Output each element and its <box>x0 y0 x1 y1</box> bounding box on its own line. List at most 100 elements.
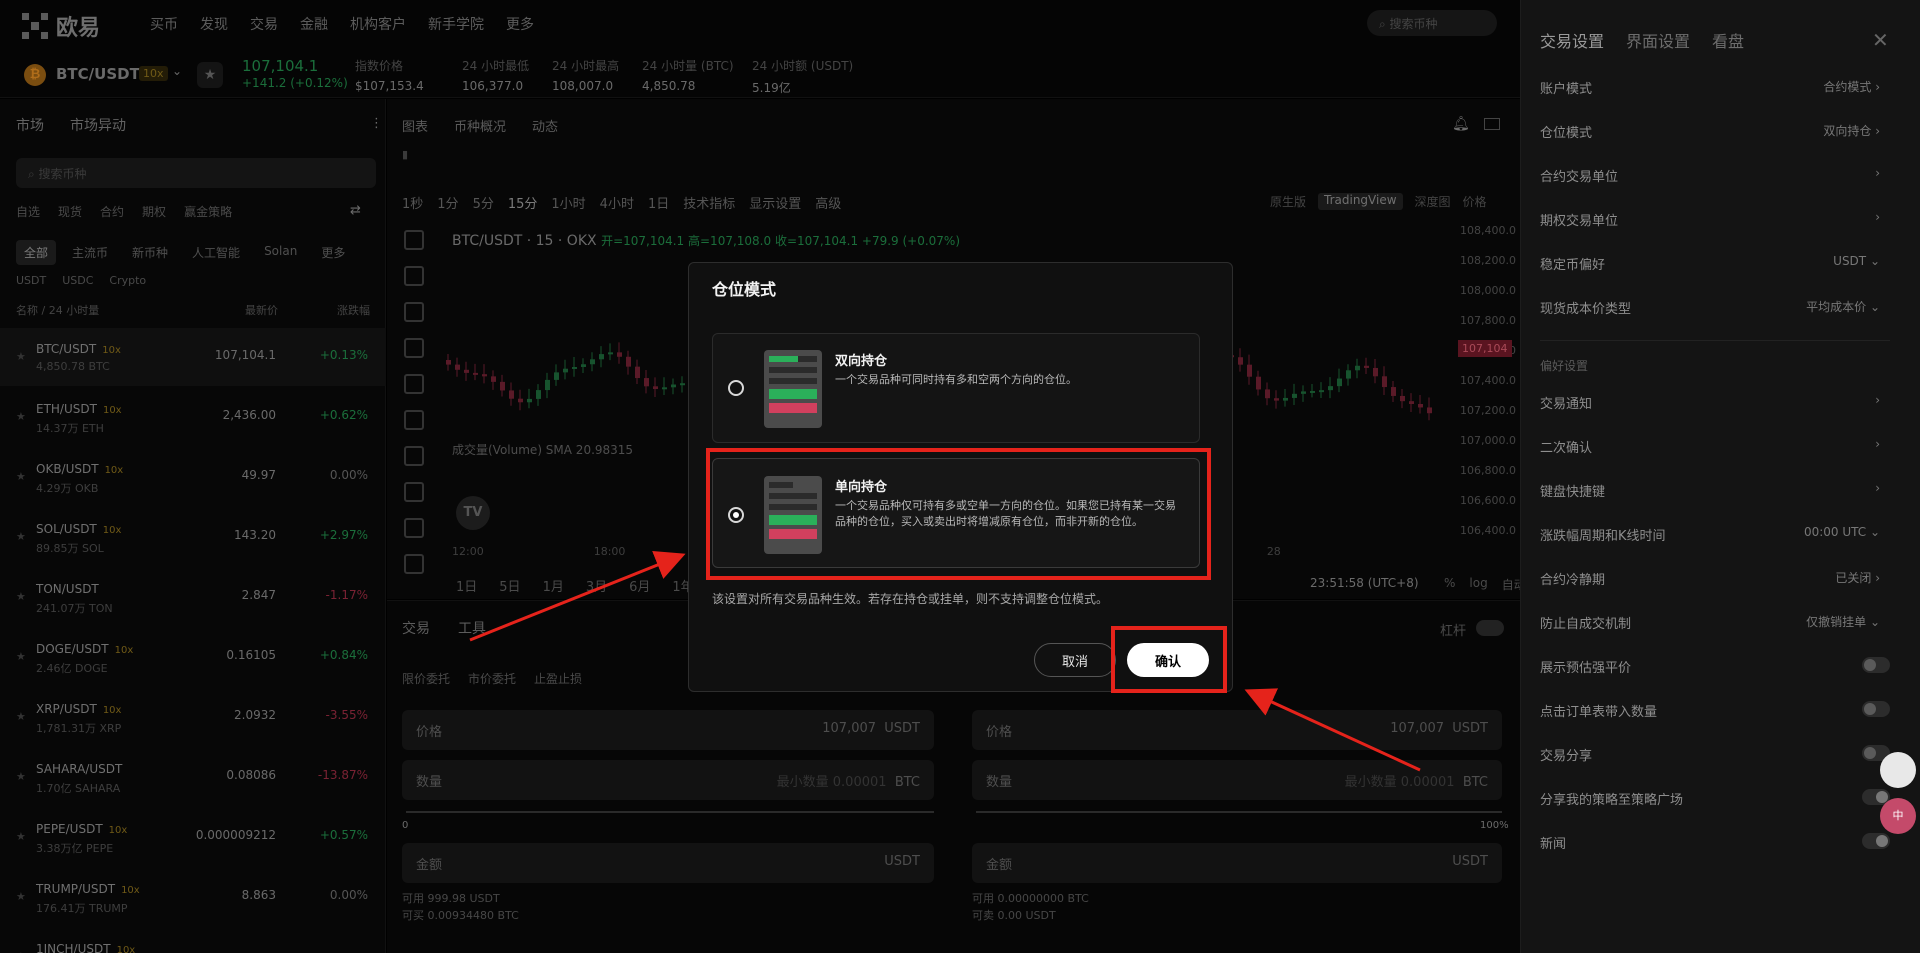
brush-icon[interactable] <box>404 410 424 430</box>
list-item[interactable]: ★ ETH/USDT 10x 14.37万 ETH 2,436.00 +0.62% <box>0 388 386 446</box>
chart-view-3[interactable]: 价格 <box>1463 193 1487 210</box>
chevron-down-icon[interactable]: ⌄ <box>172 64 182 78</box>
nav-item-2[interactable]: 交易 <box>250 14 278 34</box>
settings-row[interactable]: 期权交易单位 › <box>1540 210 1890 229</box>
star-icon[interactable]: ★ <box>16 830 26 843</box>
interval-1[interactable]: 1分 <box>437 193 458 212</box>
chart-tab-1[interactable]: 币种概况 <box>454 116 506 135</box>
settings-pref-row[interactable]: 点击订单表带入数量 <box>1540 701 1890 720</box>
settings-pref-row[interactable]: 合约冷静期 已关闭 › <box>1540 569 1890 588</box>
list-item[interactable]: ★ OKB/USDT 10x 4.29万 OKB 49.97 0.00% <box>0 448 386 506</box>
list-item[interactable]: ★1INCH/USDT10x <box>0 928 386 953</box>
order-type-tab-0[interactable]: 限价委托 <box>402 670 450 687</box>
interval-2[interactable]: 5分 <box>473 193 494 212</box>
nav-item-3[interactable]: 金融 <box>300 14 328 34</box>
apps-grid-icon[interactable] <box>1880 752 1916 788</box>
settings-pref-row[interactable]: 涨跌幅周期和K线时间 00:00 UTC ⌄ <box>1540 525 1890 544</box>
settings-pref-value[interactable]: 已关闭 › <box>1835 569 1880 586</box>
trendline-icon[interactable] <box>404 266 424 286</box>
chart-view-0[interactable]: 原生版 <box>1270 193 1306 210</box>
horizontal-lines-icon[interactable] <box>404 302 424 322</box>
settings-row[interactable]: 仓位模式 双向持仓 › <box>1540 122 1890 141</box>
header-change[interactable]: 涨跌幅 <box>337 302 370 318</box>
buy-amount-input[interactable]: 金额 USDT <box>402 843 934 883</box>
buy-amount-slider[interactable] <box>406 811 934 813</box>
category-chip-1[interactable]: 主流币 <box>64 240 116 265</box>
interval-4[interactable]: 1小时 <box>551 193 585 212</box>
settings-row[interactable]: 账户模式 合约模式 › <box>1540 78 1890 97</box>
star-icon[interactable]: ★ <box>16 770 26 783</box>
nav-item-5[interactable]: 新手学院 <box>428 14 484 34</box>
chart-view-2[interactable]: 深度图 <box>1415 193 1451 210</box>
interval-0[interactable]: 1秒 <box>402 193 423 212</box>
settings-pref-row[interactable]: 分享我的策略至策略广场 <box>1540 789 1890 808</box>
pattern-icon[interactable] <box>404 338 424 358</box>
settings-toggle[interactable] <box>1862 833 1890 849</box>
settings-pref-row[interactable]: 防止自成交机制 仅撤销挂单 ⌄ <box>1540 613 1890 632</box>
settings-pref-value[interactable]: 00:00 UTC ⌄ <box>1804 525 1880 539</box>
text-icon[interactable] <box>404 446 424 466</box>
market-subtab-4[interactable]: 赢金策略 <box>184 203 232 220</box>
settings-row-value[interactable]: USDT ⌄ <box>1833 254 1880 268</box>
nav-item-1[interactable]: 发现 <box>200 14 228 34</box>
star-icon[interactable]: ★ <box>16 710 26 723</box>
trade-tab-0[interactable]: 交易 <box>402 618 430 638</box>
list-item[interactable]: ★ SAHARA/USDT 1.70亿 SAHARA 0.08086 -13.87% <box>0 748 386 806</box>
category-chip-4[interactable]: Solan <box>256 240 305 265</box>
market-search-input[interactable]: ⌕ 搜索币种 <box>16 158 376 188</box>
settings-row-value[interactable]: 平均成本价 ⌄ <box>1806 298 1880 315</box>
header-price[interactable]: 最新价 <box>245 302 278 318</box>
settings-row[interactable]: 合约交易单位 › <box>1540 166 1890 185</box>
settings-tab-2[interactable]: 看盘 <box>1712 28 1744 52</box>
market-tab-1[interactable]: 市场异动 <box>70 115 126 135</box>
nav-item-6[interactable]: 更多 <box>506 14 534 34</box>
chart-tab-2[interactable]: 动态 <box>532 116 558 135</box>
header-name[interactable]: 名称 / 24 小时量 <box>16 304 99 317</box>
star-icon[interactable]: ★ <box>16 890 26 903</box>
category-chip-3[interactable]: 人工智能 <box>184 240 248 265</box>
nav-item-4[interactable]: 机构客户 <box>350 14 406 34</box>
list-item[interactable]: ★ TRUMP/USDT 10x 176.41万 TRUMP 8.863 0.00% <box>0 868 386 926</box>
pair-symbol[interactable]: BTC/USDT <box>56 65 140 83</box>
settings-pref-row[interactable]: 二次确认 › <box>1540 437 1890 456</box>
star-icon[interactable]: ★ <box>16 590 26 603</box>
zoom-in-icon[interactable] <box>404 554 424 574</box>
settings-pref-row[interactable]: 展示预估强平价 <box>1540 657 1890 676</box>
market-subtab-1[interactable]: 现货 <box>58 203 82 220</box>
settings-pref-value[interactable]: › <box>1875 481 1880 495</box>
quote-chip-2[interactable]: Crypto <box>109 274 146 287</box>
global-search-input[interactable]: ⌕ 搜索币种 <box>1367 10 1497 36</box>
settings-pref-value[interactable]: › <box>1875 437 1880 451</box>
sell-amount-slider[interactable] <box>976 811 1502 813</box>
nav-item-0[interactable]: 买币 <box>150 14 178 34</box>
category-chip-0[interactable]: 全部 <box>16 240 57 265</box>
announcement-bar[interactable]: ▮ <box>402 148 1482 168</box>
chart-tool-2[interactable]: 高级 <box>815 193 841 212</box>
range-tab-4[interactable]: 6月 <box>629 576 650 595</box>
category-chip-2[interactable]: 新币种 <box>124 240 176 265</box>
star-icon[interactable]: ★ <box>16 530 26 543</box>
okx-logo[interactable]: 欧易 <box>22 10 100 42</box>
list-item[interactable]: ★ SOL/USDT 10x 89.85万 SOL 143.20 +2.97% <box>0 508 386 566</box>
buy-price-input[interactable]: 价格 107,007 USDT <box>402 710 934 750</box>
settings-pref-row[interactable]: 键盘快捷键 › <box>1540 481 1890 500</box>
star-icon[interactable]: ★ <box>16 350 26 363</box>
interval-5[interactable]: 4小时 <box>600 193 634 212</box>
category-chip-5[interactable]: 更多 <box>313 240 353 265</box>
ruler-icon[interactable] <box>404 374 424 394</box>
settings-toggle[interactable] <box>1862 701 1890 717</box>
settings-row-value[interactable]: 合约模式 › <box>1823 78 1880 95</box>
quote-chip-0[interactable]: USDT <box>16 274 46 287</box>
scale-option-1[interactable]: log <box>1469 576 1487 593</box>
list-item[interactable]: ★ DOGE/USDT 10x 2.46亿 DOGE 0.16105 +0.84% <box>0 628 386 686</box>
list-item[interactable]: ★ BTC/USDT 10x 4,850.78 BTC 107,104.1 +0.13% <box>0 328 386 386</box>
interval-3[interactable]: 15分 <box>508 193 538 212</box>
range-tab-2[interactable]: 1月 <box>543 576 564 595</box>
list-item[interactable]: ★ XRP/USDT 10x 1,781.31万 XRP 2.0932 -3.55% <box>0 688 386 746</box>
buy-qty-input[interactable]: 数量 最小数量 0.00001 BTC <box>402 760 934 800</box>
layout-icon[interactable] <box>1484 118 1500 130</box>
swap-icon[interactable]: ⇄ <box>350 203 361 218</box>
close-icon[interactable]: ✕ <box>1872 28 1889 52</box>
chart-view-1[interactable]: TradingView <box>1318 193 1403 210</box>
sell-qty-input[interactable]: 数量 最小数量 0.00001 BTC <box>972 760 1502 800</box>
